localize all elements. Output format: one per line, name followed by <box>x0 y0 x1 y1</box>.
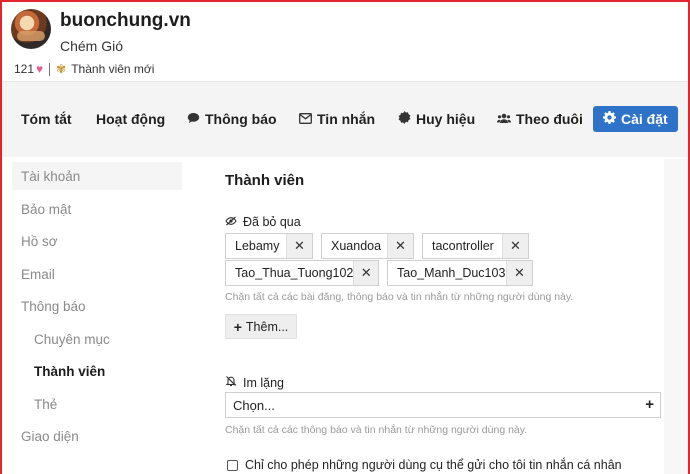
ignored-user-chip: tacontroller ✕ <box>422 233 529 259</box>
gear-icon <box>603 111 616 127</box>
ignored-user-chip: Lebamy ✕ <box>225 233 313 259</box>
tab-label: Tóm tắt <box>21 111 72 127</box>
users-icon <box>497 112 511 127</box>
profile-header: buonchung.vn Chém Gió 121 ♥ ✾ Thành viên… <box>2 2 688 80</box>
muted-users-select[interactable]: Chọn... + <box>225 392 661 418</box>
sidebar-item-email[interactable]: Email <box>12 260 182 288</box>
tab-label: Theo đuôi <box>516 111 583 127</box>
tab-label: Thông báo <box>205 111 277 127</box>
envelope-icon <box>299 112 312 127</box>
sidebar-item-users[interactable]: Thành viên <box>12 357 182 385</box>
ignored-user-chip: Xuandoa ✕ <box>321 233 414 259</box>
remove-icon[interactable]: ✕ <box>286 234 312 258</box>
sidebar-item-categories[interactable]: Chuyên mục <box>12 325 182 353</box>
plus-icon: + <box>645 396 654 413</box>
tab-label: Cài đặt <box>621 111 668 127</box>
chip-username: tacontroller <box>432 239 494 253</box>
muted-users-hint: Chặn tất cả các thông báo và tin nhắn từ… <box>225 424 528 436</box>
add-button-label: Thêm... <box>245 319 289 334</box>
profile-username: buonchung.vn <box>60 10 191 31</box>
speech-bubble-icon <box>187 112 200 127</box>
app-frame: buonchung.vn Chém Gió 121 ♥ ✾ Thành viên… <box>0 0 690 474</box>
page-title: Thành viên <box>225 172 305 189</box>
section-label-text: Đã bỏ qua <box>243 215 301 229</box>
remove-icon[interactable]: ✕ <box>353 261 378 285</box>
remove-icon[interactable]: ✕ <box>387 234 413 258</box>
ignored-users-hint: Chặn tất cả các bài đăng, thông báo và t… <box>225 291 574 303</box>
tab-label: Huy hiệu <box>416 111 476 127</box>
allow-pm-checkbox[interactable] <box>227 459 238 471</box>
likes-count: 121 <box>14 62 35 76</box>
sidebar-item-profile[interactable]: Hồ sơ <box>12 227 182 255</box>
chip-username: Tao_Manh_Duc103 <box>397 266 506 280</box>
allow-pm-label[interactable]: Chỉ cho phép những người dùng cụ thể gửi… <box>245 458 622 472</box>
tab-notifications[interactable]: Thông báo <box>187 106 277 132</box>
ignored-user-chip: Tao_Thua_Tuong102 ✕ <box>225 260 379 286</box>
ignored-users-label: Đã bỏ qua <box>225 215 301 229</box>
tab-label: Hoạt động <box>96 111 166 127</box>
tab-following[interactable]: Theo đuôi <box>497 106 583 132</box>
sidebar-item-interface[interactable]: Giao diện <box>12 422 182 450</box>
muted-users-label: Im lặng <box>225 375 284 390</box>
select-placeholder: Chọn... <box>233 397 275 413</box>
heart-icon: ♥ <box>36 62 44 76</box>
badge-icon <box>398 111 411 127</box>
eye-slash-icon <box>225 216 237 229</box>
stat-divider <box>49 62 51 76</box>
settings-sidebar: Tài khoản Bảo mật Hồ sơ Email Thông báo … <box>2 159 200 474</box>
tab-activity[interactable]: Hoạt động <box>96 106 165 132</box>
sidebar-item-tags[interactable]: Thẻ <box>12 390 182 418</box>
sidebar-item-account[interactable]: Tài khoản <box>12 162 182 190</box>
sidebar-item-security[interactable]: Bảo mật <box>12 195 182 223</box>
profile-tagline: Chém Gió <box>60 38 124 54</box>
user-rank: Thành viên mới <box>71 62 155 76</box>
profile-stats: 121 ♥ ✾ Thành viên mới <box>14 62 154 76</box>
allow-pm-option: Chỉ cho phép những người dùng cụ thể gửi… <box>227 458 622 472</box>
bell-slash-icon <box>225 375 237 390</box>
chip-username: Lebamy <box>235 239 280 253</box>
add-ignored-user-button[interactable]: + Thêm... <box>225 314 297 339</box>
wheat-icon: ✾ <box>56 62 67 76</box>
tab-settings[interactable]: Cài đặt <box>593 106 678 132</box>
tab-label: Tin nhắn <box>317 111 376 127</box>
ignored-user-chip: Tao_Manh_Duc103 ✕ <box>387 260 533 286</box>
remove-icon[interactable]: ✕ <box>502 234 528 258</box>
chip-username: Xuandoa <box>331 239 382 253</box>
remove-icon[interactable]: ✕ <box>506 261 532 285</box>
section-label-text: Im lặng <box>243 375 284 390</box>
tab-messages[interactable]: Tin nhắn <box>299 106 375 132</box>
chip-username: Tao_Thua_Tuong102 <box>235 266 354 280</box>
avatar[interactable] <box>11 9 51 49</box>
plus-icon: + <box>233 318 242 335</box>
settings-panel: Thành viên Đã bỏ qua Lebamy ✕ Xuandoa ✕ … <box>200 159 664 474</box>
tab-badges[interactable]: Huy hiệu <box>398 106 475 132</box>
sidebar-item-notifications[interactable]: Thông báo <box>12 292 182 320</box>
tab-summary[interactable]: Tóm tắt <box>21 106 72 132</box>
user-nav-tabs: Tóm tắt Hoạt động Thông báo Tin nhắn Huy… <box>2 81 688 157</box>
settings-main: Thành viên Đã bỏ qua Lebamy ✕ Xuandoa ✕ … <box>200 159 688 474</box>
